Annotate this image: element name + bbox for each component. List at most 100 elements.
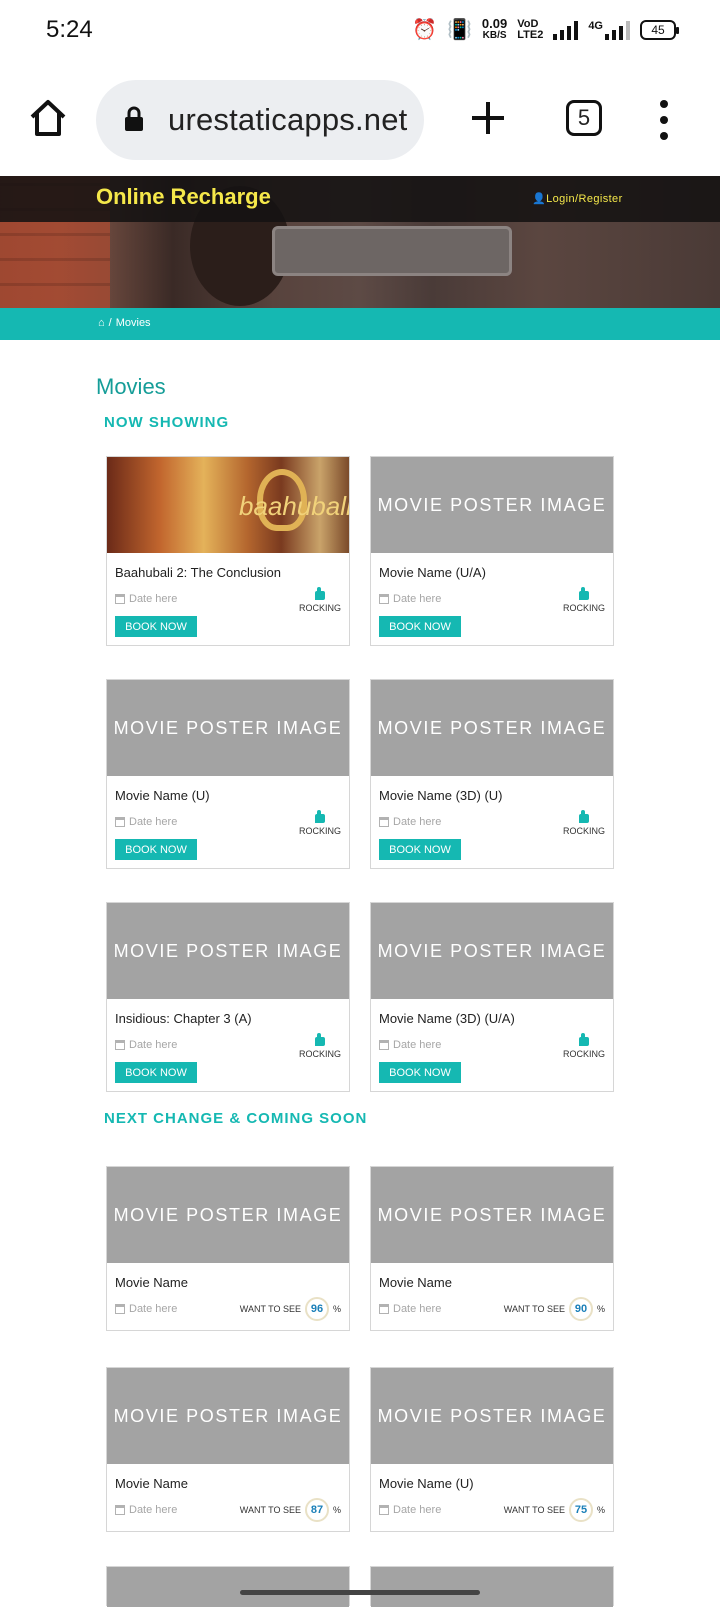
tab-count: 5 bbox=[577, 105, 591, 130]
breadcrumb: ⌂ / Movies bbox=[98, 317, 151, 329]
movie-card[interactable]: MOVIE POSTER IMAGE Movie Name (3D) (U) Dat… bbox=[370, 679, 614, 869]
movie-date-text: Date here bbox=[393, 593, 442, 605]
book-now-button[interactable]: BOOK NOW bbox=[115, 839, 197, 860]
status-time: 5:24 bbox=[46, 16, 93, 43]
site-brand[interactable]: Online Recharge bbox=[96, 184, 271, 210]
calendar-icon bbox=[379, 817, 389, 827]
battery-icon: 45 bbox=[640, 20, 679, 40]
calendar-icon bbox=[115, 594, 125, 604]
thumbs-up-icon bbox=[314, 810, 325, 823]
book-now-button[interactable]: BOOK NOW bbox=[379, 1062, 461, 1083]
home-icon[interactable]: ⌂ bbox=[98, 317, 105, 329]
poster-placeholder[interactable]: MOVIE POSTER IMAGE bbox=[371, 680, 613, 776]
rating-badge: ROCKING bbox=[562, 1033, 605, 1059]
want-to-see-label: WANT TO SEE bbox=[503, 1505, 565, 1515]
movie-card[interactable]: MOVIE POSTER IMAGE Movie Name (U) Date her… bbox=[106, 679, 350, 869]
calendar-icon bbox=[379, 594, 389, 604]
rating-label: ROCKING bbox=[298, 1049, 341, 1059]
movie-name[interactable]: Movie Name bbox=[107, 1263, 349, 1297]
movie-card[interactable] bbox=[106, 1566, 350, 1607]
poster-placeholder[interactable]: MOVIE POSTER IMAGE bbox=[107, 903, 349, 999]
login-register-link[interactable]: 👤Login/Register bbox=[532, 192, 623, 205]
rating-label: ROCKING bbox=[562, 603, 605, 613]
poster-title: baahubali bbox=[239, 491, 349, 521]
breadcrumb-bar: ⌂ / Movies bbox=[0, 308, 720, 340]
home-button[interactable] bbox=[28, 98, 68, 138]
status-bar: 5:24 ⏰ 📳 0.09 KB/S VoD LTE2 4G 45 bbox=[0, 0, 720, 64]
menu-dot-icon bbox=[660, 132, 668, 140]
movie-name[interactable]: Baahubali 2: The Conclusion bbox=[107, 553, 349, 587]
tab-switcher-button[interactable]: 5 bbox=[566, 100, 602, 136]
hero-banner: Online Recharge 👤Login/Register bbox=[0, 176, 720, 308]
movie-name[interactable]: Movie Name (3D) (U) bbox=[371, 776, 613, 810]
rating-label: ROCKING bbox=[562, 826, 605, 836]
lock-icon bbox=[125, 106, 143, 131]
movie-card[interactable]: MOVIE POSTER IMAGE Movie Name (3D) (U/A) D… bbox=[370, 902, 614, 1092]
rating-label: ROCKING bbox=[298, 826, 341, 836]
site-header: Online Recharge 👤Login/Register bbox=[0, 176, 720, 222]
rating-label: ROCKING bbox=[298, 603, 341, 613]
status-icons: ⏰ 📳 0.09 KB/S VoD LTE2 4G 45 bbox=[412, 17, 679, 42]
poster-placeholder[interactable]: MOVIE POSTER IMAGE bbox=[107, 1368, 349, 1464]
movie-poster-image[interactable]: baahubali bbox=[107, 457, 349, 553]
movie-card[interactable]: baahubali Baahubali 2: The Conclusion Date… bbox=[106, 456, 350, 646]
poster-placeholder[interactable]: MOVIE POSTER IMAGE bbox=[371, 1167, 613, 1263]
page-title: Movies bbox=[96, 374, 166, 399]
mail-slot-image bbox=[272, 226, 512, 276]
movie-date-text: Date here bbox=[129, 593, 178, 605]
poster-placeholder[interactable]: MOVIE POSTER IMAGE bbox=[371, 457, 613, 553]
poster-placeholder[interactable]: MOVIE POSTER IMAGE bbox=[107, 680, 349, 776]
movie-name[interactable]: Movie Name (U) bbox=[107, 776, 349, 810]
rating-badge: ROCKING bbox=[562, 810, 605, 836]
rating-label: ROCKING bbox=[562, 1049, 605, 1059]
menu-dot-icon bbox=[660, 116, 668, 124]
movie-card[interactable]: MOVIE POSTER IMAGE Movie Name Date here WAN… bbox=[370, 1166, 614, 1331]
signal-icon bbox=[553, 20, 579, 40]
url-text: urestaticapps.net bbox=[168, 102, 408, 137]
rating-badge: ROCKING bbox=[298, 1033, 341, 1059]
book-now-button[interactable]: BOOK NOW bbox=[115, 616, 197, 637]
want-to-see-label: WANT TO SEE bbox=[503, 1304, 565, 1314]
net-speed: 0.09 KB/S bbox=[482, 17, 507, 42]
browser-menu-button[interactable] bbox=[656, 100, 672, 140]
book-now-button[interactable]: BOOK NOW bbox=[379, 839, 461, 860]
new-tab-button[interactable] bbox=[468, 98, 508, 138]
movie-date-text: Date here bbox=[129, 1039, 178, 1051]
address-bar[interactable]: urestaticapps.net bbox=[96, 80, 424, 160]
battery-level: 45 bbox=[651, 23, 665, 37]
thumbs-up-icon bbox=[578, 587, 589, 600]
movie-date-text: Date here bbox=[393, 1039, 442, 1051]
book-now-button[interactable]: BOOK NOW bbox=[379, 616, 461, 637]
movie-card[interactable]: MOVIE POSTER IMAGE Movie Name (U) Date her… bbox=[370, 1367, 614, 1532]
movie-name[interactable]: Movie Name bbox=[371, 1263, 613, 1297]
home-icon bbox=[30, 100, 66, 136]
browser-toolbar: urestaticapps.net 5 bbox=[0, 64, 720, 172]
want-to-see-label: WANT TO SEE bbox=[239, 1304, 301, 1314]
want-to-see-percent: 90 bbox=[568, 1297, 593, 1321]
movie-name[interactable]: Insidious: Chapter 3 (A) bbox=[107, 999, 349, 1033]
poster-placeholder[interactable]: MOVIE POSTER IMAGE bbox=[107, 1167, 349, 1263]
calendar-icon bbox=[379, 1304, 389, 1314]
want-to-see: WANT TO SEE 96% bbox=[240, 1297, 341, 1321]
breadcrumb-current: Movies bbox=[115, 317, 151, 329]
movie-name[interactable]: Movie Name (U/A) bbox=[371, 553, 613, 587]
poster-placeholder bbox=[107, 1567, 349, 1607]
want-to-see: WANT TO SEE 87% bbox=[240, 1498, 341, 1522]
poster-placeholder[interactable]: MOVIE POSTER IMAGE bbox=[371, 903, 613, 999]
movie-name[interactable]: Movie Name (U) bbox=[371, 1464, 613, 1498]
movie-card[interactable] bbox=[370, 1566, 614, 1607]
movie-date-text: Date here bbox=[129, 816, 178, 828]
gesture-bar bbox=[240, 1590, 480, 1595]
signal-4g-icon: 4G bbox=[588, 20, 630, 40]
book-now-button[interactable]: BOOK NOW bbox=[115, 1062, 197, 1083]
movie-card[interactable]: MOVIE POSTER IMAGE Movie Name Date here WAN… bbox=[106, 1166, 350, 1331]
movie-card[interactable]: MOVIE POSTER IMAGE Movie Name (U/A) Date h… bbox=[370, 456, 614, 646]
movie-date-text: Date here bbox=[393, 1303, 442, 1315]
movie-name[interactable]: Movie Name bbox=[107, 1464, 349, 1498]
poster-placeholder[interactable]: MOVIE POSTER IMAGE bbox=[371, 1368, 613, 1464]
movie-card[interactable]: MOVIE POSTER IMAGE Movie Name Date here WAN… bbox=[106, 1367, 350, 1532]
movie-date-text: Date here bbox=[129, 1504, 178, 1516]
movie-card[interactable]: MOVIE POSTER IMAGE Insidious: Chapter 3 (… bbox=[106, 902, 350, 1092]
percent-sign: % bbox=[332, 1304, 341, 1314]
movie-name[interactable]: Movie Name (3D) (U/A) bbox=[371, 999, 613, 1033]
